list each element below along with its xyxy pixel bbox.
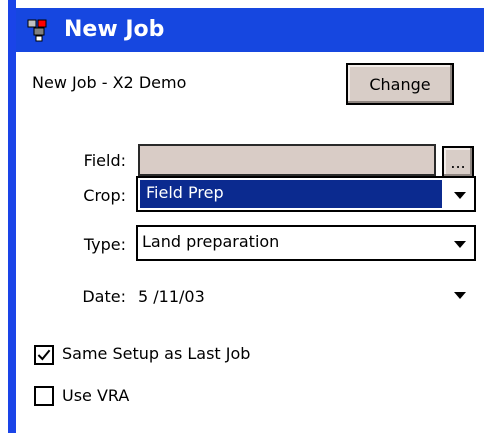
chevron-down-icon[interactable]: [454, 292, 466, 299]
date-value[interactable]: 5 /11/03: [138, 287, 205, 306]
type-value: Land preparation: [142, 232, 280, 251]
chevron-down-icon[interactable]: [454, 241, 466, 248]
type-label: Type:: [83, 235, 126, 254]
date-label: Date:: [82, 287, 126, 306]
title-bar: New Job: [16, 8, 484, 52]
window-side-accent: [8, 0, 16, 433]
checkmark-icon: [37, 349, 51, 361]
screen-edge: [0, 0, 8, 433]
same-setup-label: Same Setup as Last Job: [62, 344, 251, 363]
field-input[interactable]: [138, 144, 436, 176]
chevron-down-icon[interactable]: [454, 192, 466, 199]
new-job-window: New Job New Job - X2 Demo Change Field: …: [16, 0, 500, 433]
window-title: New Job: [64, 17, 165, 42]
change-button[interactable]: Change: [346, 63, 454, 105]
field-label: Field:: [83, 151, 126, 170]
type-dropdown[interactable]: Land preparation: [136, 225, 476, 261]
crop-label: Crop:: [83, 186, 126, 205]
crop-value: Field Prep: [146, 183, 224, 202]
crop-selection-highlight: Field Prep: [140, 180, 442, 208]
field-browse-button[interactable]: ...: [442, 146, 474, 178]
crop-dropdown[interactable]: Field Prep: [136, 176, 476, 212]
same-setup-checkbox[interactable]: [34, 345, 54, 365]
use-vra-label: Use VRA: [62, 386, 130, 405]
job-icon: [27, 19, 47, 42]
job-name-label: New Job - X2 Demo: [32, 73, 187, 92]
use-vra-checkbox[interactable]: [34, 386, 54, 406]
